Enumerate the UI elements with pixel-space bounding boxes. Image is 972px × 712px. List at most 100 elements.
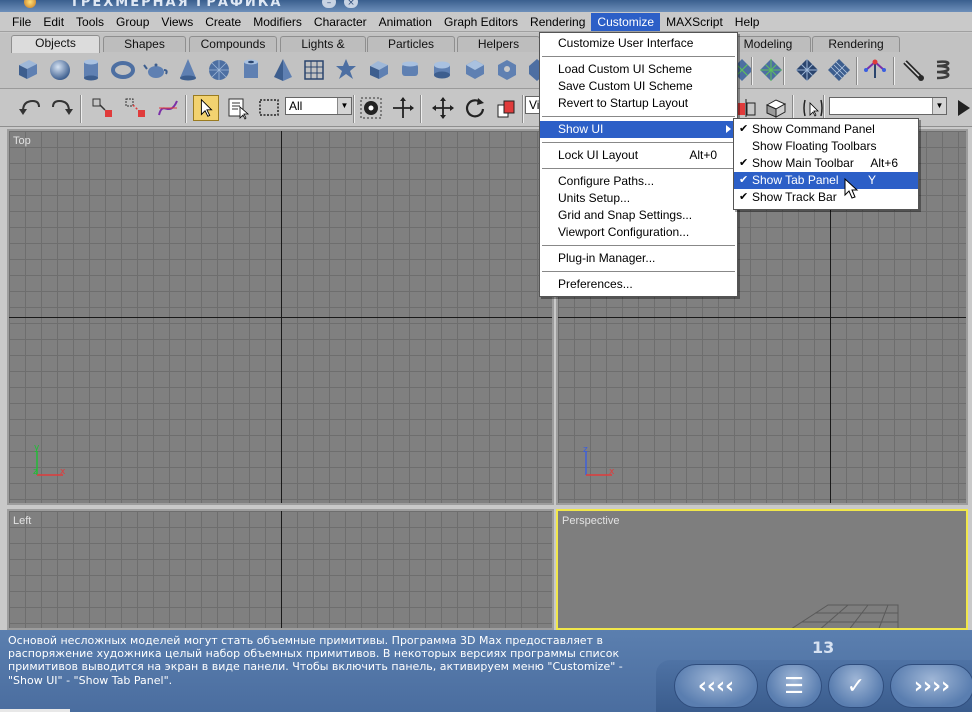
menu-item-preferences[interactable]: Preferences... (540, 276, 737, 293)
toolbar-separator (856, 57, 858, 85)
unlink-icon[interactable] (123, 95, 149, 121)
menu-item-save-custom-ui-scheme[interactable]: Save Custom UI Scheme (540, 78, 737, 95)
select-and-link-icon[interactable] (90, 95, 116, 121)
viewport-perspective[interactable]: Perspective (556, 509, 968, 630)
menu-item-customize-user-interface[interactable]: Customize User Interface (540, 35, 737, 52)
tab-helpers[interactable]: Helpers (457, 36, 540, 52)
chamfer-cyl-icon[interactable] (397, 57, 423, 83)
nav-forward-button[interactable]: ›››› (890, 664, 972, 708)
menu-modifiers[interactable]: Modifiers (247, 13, 308, 31)
select-and-rotate-icon[interactable] (462, 95, 488, 121)
mesh-grid-icon[interactable] (826, 57, 852, 83)
nav-contents-button[interactable]: ☰ (766, 664, 822, 708)
select-by-name-icon[interactable] (225, 95, 251, 121)
lattice-icon[interactable] (758, 57, 784, 83)
select-and-move-icon-2[interactable] (430, 95, 456, 121)
menu-tools[interactable]: Tools (70, 13, 110, 31)
menu-item-revert-to-startup-layout[interactable]: Revert to Startup Layout (540, 95, 737, 112)
named-selection-select[interactable]: ▼ (829, 97, 947, 115)
menu-character[interactable]: Character (308, 13, 373, 31)
select-and-move-icon[interactable] (390, 95, 416, 121)
tab-particles[interactable]: Particles (367, 36, 455, 52)
menu-views[interactable]: Views (155, 13, 199, 31)
menu-edit[interactable]: Edit (37, 13, 70, 31)
select-object-icon[interactable] (193, 95, 219, 121)
spring-icon[interactable] (932, 57, 958, 83)
menu-item-show-floating-toolbars[interactable]: Show Floating Toolbars (734, 138, 918, 155)
menu-file[interactable]: File (6, 13, 37, 31)
checkmark-icon: ✔ (739, 157, 749, 169)
chevron-down-icon[interactable]: ▼ (337, 98, 351, 114)
chamfer-box-icon[interactable] (366, 57, 392, 83)
tube-icon[interactable] (238, 57, 264, 83)
hose-icon[interactable] (900, 57, 926, 83)
nav-back-button[interactable]: ‹‹‹‹ (674, 664, 758, 708)
tab-lights-and-cameras[interactable]: Lights & Cameras (280, 36, 366, 66)
box-icon[interactable] (15, 57, 41, 83)
bone-chain-icon[interactable] (862, 57, 888, 83)
viewport-top[interactable]: Top y z x (7, 129, 554, 505)
menu-item-load-custom-ui-scheme[interactable]: Load Custom UI Scheme (540, 61, 737, 78)
tab-objects[interactable]: Objects (11, 35, 100, 53)
grid-axis-line (281, 511, 282, 628)
menu-create[interactable]: Create (199, 13, 247, 31)
menu-item-show-ui[interactable]: Show UI (540, 121, 737, 138)
torus-icon[interactable] (110, 57, 136, 83)
mesh-diamond-icon[interactable] (794, 57, 820, 83)
ringwave-icon[interactable] (494, 57, 520, 83)
chevron-down-icon[interactable]: ▼ (932, 98, 946, 114)
menu-group[interactable]: Group (110, 13, 155, 31)
menu-item-show-track-bar[interactable]: ✔ Show Track Bar (734, 189, 918, 206)
mouse-cursor-icon (844, 178, 859, 199)
menu-item-show-main-toolbar[interactable]: ✔ Show Main Toolbar Alt+6 (734, 155, 918, 172)
menu-animation[interactable]: Animation (373, 13, 438, 31)
menu-separator (540, 138, 737, 147)
axis-label-z: z (583, 445, 588, 455)
tab-rendering[interactable]: Rendering (812, 36, 900, 52)
menu-customize[interactable]: Customize (591, 12, 661, 31)
rect-selection-icon[interactable] (256, 95, 282, 121)
teapot-icon[interactable] (143, 57, 169, 83)
menu-item-label: Plug-in Manager... (558, 251, 656, 265)
select-and-scale-icon[interactable] (494, 95, 520, 121)
bind-space-warp-icon[interactable] (155, 95, 181, 121)
pyramid-icon[interactable] (270, 57, 296, 83)
menu-item-show-command-panel[interactable]: ✔ Show Command Panel (734, 121, 918, 138)
menu-help[interactable]: Help (729, 13, 766, 31)
plane-icon[interactable] (301, 57, 327, 83)
close-icon[interactable]: × (344, 0, 358, 8)
page-number: 13 (812, 638, 835, 657)
sphere-icon[interactable] (47, 57, 73, 83)
menu-item-viewport-configuration[interactable]: Viewport Configuration... (540, 224, 737, 241)
menu-graph-editors[interactable]: Graph Editors (438, 13, 524, 31)
window-crossing-icon[interactable] (358, 95, 384, 121)
menu-item-grid-and-snap-settings[interactable]: Grid and Snap Settings... (540, 207, 737, 224)
menu-item-units-setup[interactable]: Units Setup... (540, 190, 737, 207)
viewport-left[interactable]: Left (7, 509, 554, 630)
info-text-line: примитивов выводится на экран в виде пан… (8, 660, 623, 674)
oil-tank-icon[interactable] (429, 57, 455, 83)
selection-filter-select[interactable]: All ▼ (285, 97, 352, 115)
hedra-icon[interactable] (333, 57, 359, 83)
cone-icon[interactable] (175, 57, 201, 83)
tab-shapes[interactable]: Shapes (103, 36, 186, 52)
menu-item-configure-paths[interactable]: Configure Paths... (540, 173, 737, 190)
menu-rendering[interactable]: Rendering (524, 13, 591, 31)
gengon-icon[interactable] (462, 57, 488, 83)
menu-maxscript[interactable]: MAXScript (660, 13, 729, 31)
undo-icon[interactable] (17, 95, 43, 121)
menu-item-show-tab-panel[interactable]: ✔ Show Tab Panel Y (734, 172, 918, 189)
axis-tripod-icon: y z x (33, 443, 66, 477)
nav-check-button[interactable]: ✓ (828, 664, 884, 708)
cylinder-icon[interactable] (78, 57, 104, 83)
info-text-line: распоряжение художника целый набор объем… (8, 647, 620, 661)
title-strip: ТРЕХМЕРНАЯ ГРАФИКА – × (0, 0, 972, 12)
menu-item-lock-ui-layout[interactable]: Lock UI Layout Alt+0 (540, 147, 737, 164)
quick-render-icon[interactable] (950, 95, 972, 121)
info-panel: Основой несложных моделей могут стать об… (0, 630, 972, 712)
redo-icon[interactable] (49, 95, 75, 121)
minimize-icon[interactable]: – (322, 0, 336, 8)
tab-compounds[interactable]: Compounds (189, 36, 277, 52)
menu-item-plug-in-manager[interactable]: Plug-in Manager... (540, 250, 737, 267)
geosphere-icon[interactable] (206, 57, 232, 83)
